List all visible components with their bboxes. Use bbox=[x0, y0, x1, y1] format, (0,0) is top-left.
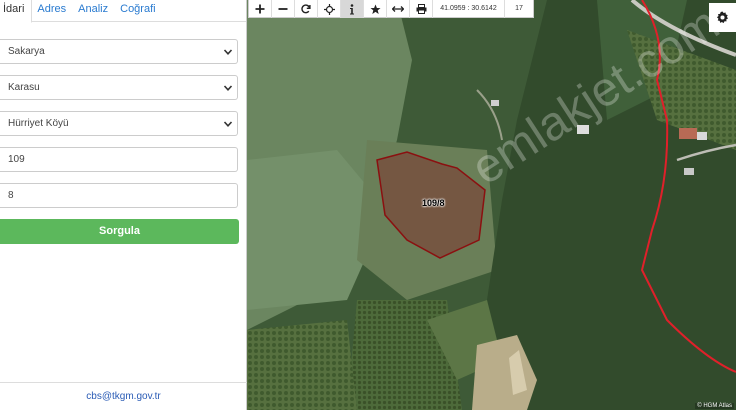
refresh-button[interactable] bbox=[295, 0, 318, 18]
satellite-imagery bbox=[247, 0, 736, 410]
parsel-input-value: 8 bbox=[8, 190, 14, 201]
parcel-label[interactable]: 109/8 bbox=[422, 198, 445, 208]
map-view[interactable]: emlakjet.com 41.0959: 30.6142 17 109/8 … bbox=[247, 0, 736, 410]
query-form: Sakarya Karasu Hürriyet Köyü 109 8 Sorgu… bbox=[0, 22, 246, 244]
coordinate-readout: 41.0959 : 30.6142 bbox=[433, 0, 505, 18]
app: İdari Adres Analiz Coğrafi Sakarya Karas… bbox=[0, 0, 736, 410]
print-button[interactable] bbox=[410, 0, 433, 18]
measure-icon bbox=[392, 6, 404, 12]
sidebar: İdari Adres Analiz Coğrafi Sakarya Karas… bbox=[0, 0, 247, 410]
parsel-input[interactable]: 8 bbox=[0, 183, 238, 208]
locate-button[interactable] bbox=[318, 0, 341, 18]
tab-idari[interactable]: İdari bbox=[0, 0, 33, 23]
map-attribution: © HGM Atlas bbox=[695, 403, 734, 409]
measure-button[interactable] bbox=[387, 0, 410, 18]
zoom-in-button[interactable] bbox=[249, 0, 272, 18]
zoom-out-icon bbox=[278, 8, 288, 10]
tab-analiz[interactable]: Analiz bbox=[73, 0, 115, 21]
contact-email-link[interactable]: cbs@tkgm.gov.tr bbox=[0, 382, 247, 410]
info-icon bbox=[350, 3, 354, 14]
il-select-value: Sakarya bbox=[8, 46, 45, 57]
chevron-down-icon bbox=[223, 85, 233, 91]
sorgula-button[interactable]: Sorgula bbox=[0, 219, 239, 244]
zoom-in-icon bbox=[255, 4, 265, 14]
locate-icon bbox=[323, 3, 335, 15]
tab-cografi[interactable]: Coğrafi bbox=[115, 0, 162, 21]
refresh-icon bbox=[301, 4, 311, 14]
zoom-level-readout: 17 bbox=[515, 5, 523, 12]
mahalle-select[interactable]: Hürriyet Köyü bbox=[0, 111, 238, 136]
print-icon bbox=[416, 4, 426, 14]
gear-icon bbox=[716, 11, 729, 24]
settings-button[interactable] bbox=[709, 3, 736, 32]
zoom-out-button[interactable] bbox=[272, 0, 295, 18]
favorite-button[interactable] bbox=[364, 0, 387, 18]
star-icon bbox=[370, 4, 380, 14]
il-select[interactable]: Sakarya bbox=[0, 39, 238, 64]
ada-input-value: 109 bbox=[8, 154, 25, 165]
map-toolbar: 41.0959 : 30.6142 17 bbox=[248, 0, 534, 18]
info-button[interactable] bbox=[341, 0, 364, 18]
ada-input[interactable]: 109 bbox=[0, 147, 238, 172]
chevron-down-icon bbox=[223, 121, 233, 127]
mahalle-select-value: Hürriyet Köyü bbox=[8, 118, 69, 129]
ilce-select-value: Karasu bbox=[8, 82, 40, 93]
tab-adres[interactable]: Adres bbox=[32, 0, 73, 21]
chevron-down-icon bbox=[223, 49, 233, 55]
ilce-select[interactable]: Karasu bbox=[0, 75, 238, 100]
sidebar-tabs: İdari Adres Analiz Coğrafi bbox=[0, 0, 246, 23]
